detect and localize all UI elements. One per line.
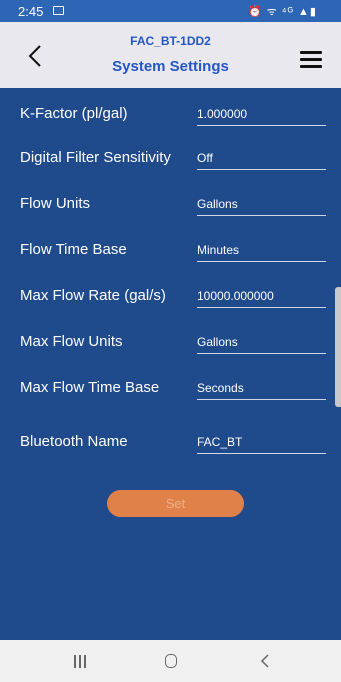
setting-label: K-Factor (pl/gal) [20, 105, 128, 122]
bluetooth-name-field[interactable]: FAC_BT [197, 434, 326, 454]
max-flow-time-base-field[interactable]: Seconds [197, 380, 326, 400]
device-name: FAC_BT-1DD2 [130, 34, 211, 48]
menu-button[interactable] [300, 51, 322, 69]
setting-label: Max Flow Units [20, 333, 123, 350]
setting-label: Max Flow Time Base [20, 379, 160, 396]
scrollbar[interactable] [335, 287, 341, 407]
hamburger-icon [300, 51, 322, 54]
max-flow-units-field[interactable]: Gallons [197, 334, 326, 354]
setting-label: Flow Time Base [20, 241, 127, 258]
setting-label: Flow Units [20, 195, 91, 212]
k-factor-field[interactable]: 1.000000 [197, 106, 326, 126]
set-button[interactable]: Set [107, 490, 244, 517]
system-back-button[interactable] [260, 653, 270, 669]
setting-flow-units: Flow Units Gallons [0, 188, 341, 222]
setting-label: Max Flow Rate (gal/s) [20, 287, 166, 304]
app-header: FAC_BT-1DD2 System Settings [0, 22, 341, 88]
setting-max-flow-units: Max Flow Units Gallons [0, 326, 341, 360]
setting-flow-time-base: Flow Time Base Minutes [0, 234, 341, 268]
setting-max-flow-time-base: Max Flow Time Base Seconds [0, 372, 341, 406]
flow-time-base-field[interactable]: Minutes [197, 242, 326, 262]
status-icons: ⏰ ᯤ ⁴ᴳ ▲▮ [247, 6, 317, 18]
setting-k-factor: K-Factor (pl/gal) 1.000000 [0, 98, 341, 132]
setting-digital-filter: Digital Filter Sensitivity Off [0, 142, 341, 176]
setting-label: Digital Filter Sensitivity [20, 149, 171, 166]
chevron-left-icon [260, 654, 269, 668]
system-nav-bar [0, 640, 341, 682]
recent-apps-button[interactable] [74, 655, 86, 668]
image-notification-icon [53, 6, 64, 15]
max-flow-rate-field[interactable]: 10000.000000 [197, 288, 326, 308]
flow-units-field[interactable]: Gallons [197, 196, 326, 216]
setting-bluetooth-name: Bluetooth Name FAC_BT [0, 426, 341, 460]
home-button[interactable] [165, 654, 177, 668]
setting-max-flow-rate: Max Flow Rate (gal/s) 10000.000000 [0, 280, 341, 314]
recents-icon [74, 655, 76, 668]
status-bar: 2:45 ⏰ ᯤ ⁴ᴳ ▲▮ [0, 0, 341, 22]
page-title: System Settings [112, 58, 229, 75]
setting-label: Bluetooth Name [20, 433, 128, 450]
status-time: 2:45 [18, 4, 44, 19]
settings-form: K-Factor (pl/gal) 1.000000 Digital Filte… [0, 88, 341, 640]
digital-filter-field[interactable]: Off [197, 150, 326, 170]
